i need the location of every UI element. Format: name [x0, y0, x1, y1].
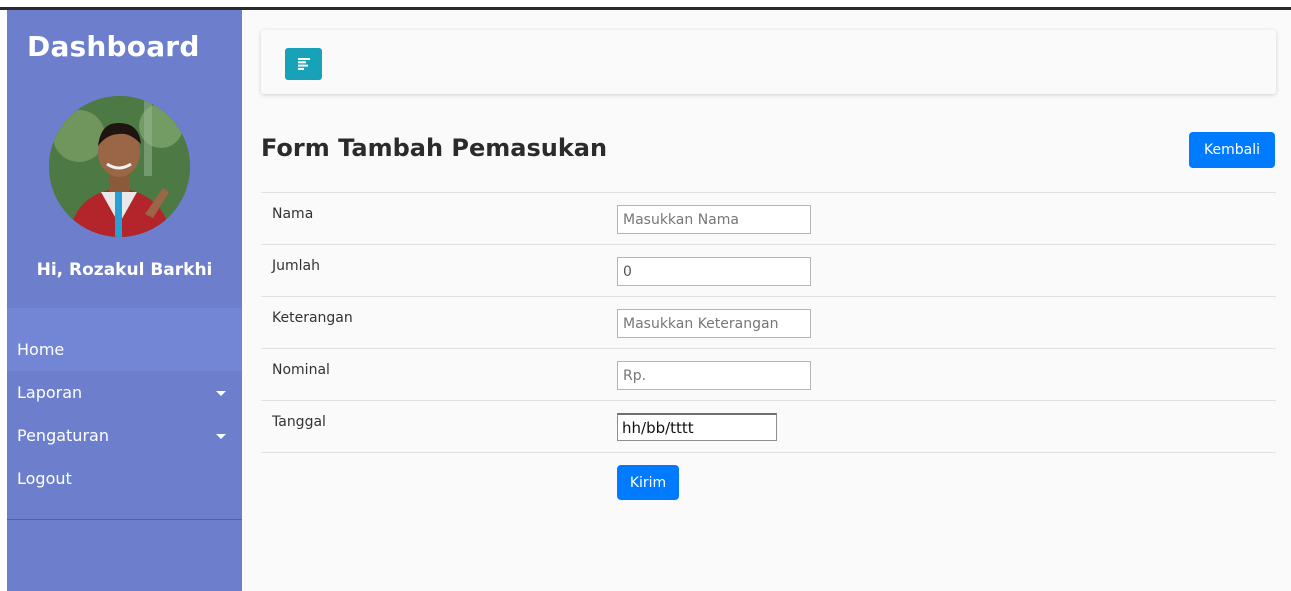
sidebar-toggle-button[interactable]	[285, 48, 322, 80]
sidebar-item-label: Pengaturan	[17, 426, 109, 445]
form-row-nama: Nama	[261, 192, 1276, 244]
date-input-value: hh/bb/tttt	[622, 418, 694, 437]
menu-top-band	[7, 308, 242, 328]
align-left-icon	[297, 58, 310, 70]
form-row-submit: Kirim	[261, 452, 1276, 512]
nama-input[interactable]	[617, 205, 811, 234]
form-table: Nama Jumlah Keterangan Nominal Tanggal h…	[261, 192, 1276, 512]
sidebar-item-logout[interactable]: Logout	[7, 457, 242, 500]
keterangan-input[interactable]	[617, 309, 811, 338]
form-row-tanggal: Tanggal hh/bb/tttt	[261, 400, 1276, 452]
field-label: Tanggal	[272, 414, 326, 430]
jumlah-input[interactable]	[617, 257, 811, 286]
caret-down-icon	[216, 391, 226, 396]
form-row-keterangan: Keterangan	[261, 296, 1276, 348]
field-label: Jumlah	[272, 258, 320, 274]
sidebar: Dashboard Hi, Rozakul Barkhi Home Lapora…	[7, 10, 242, 591]
sidebar-item-label: Laporan	[17, 383, 83, 402]
form-row-nominal: Nominal	[261, 348, 1276, 400]
sidebar-menu: Home Laporan Pengaturan Logout	[7, 308, 242, 520]
avatar	[49, 96, 190, 237]
top-navbar	[261, 30, 1276, 94]
page-title: Form Tambah Pemasukan	[261, 134, 608, 162]
field-label: Nama	[272, 206, 314, 222]
field-label: Nominal	[272, 362, 330, 378]
nominal-input[interactable]	[617, 361, 811, 390]
sidebar-item-pengaturan[interactable]: Pengaturan	[7, 414, 242, 457]
sidebar-item-label: Home	[17, 340, 65, 359]
avatar-photo	[49, 96, 190, 237]
back-button[interactable]: Kembali	[1189, 132, 1275, 168]
caret-down-icon	[216, 434, 226, 439]
sidebar-item-laporan[interactable]: Laporan	[7, 371, 242, 414]
user-greeting: Hi, Rozakul Barkhi	[36, 260, 213, 280]
submit-button[interactable]: Kirim	[617, 465, 679, 500]
sidebar-title: Dashboard	[27, 30, 200, 63]
form-row-jumlah: Jumlah	[261, 244, 1276, 296]
field-label: Keterangan	[272, 310, 353, 326]
sidebar-item-home[interactable]: Home	[7, 328, 242, 371]
main-content: Form Tambah Pemasukan Kembali Nama Jumla…	[242, 10, 1291, 591]
sidebar-item-label: Logout	[17, 469, 72, 488]
tanggal-date-input[interactable]: hh/bb/tttt	[617, 413, 777, 441]
